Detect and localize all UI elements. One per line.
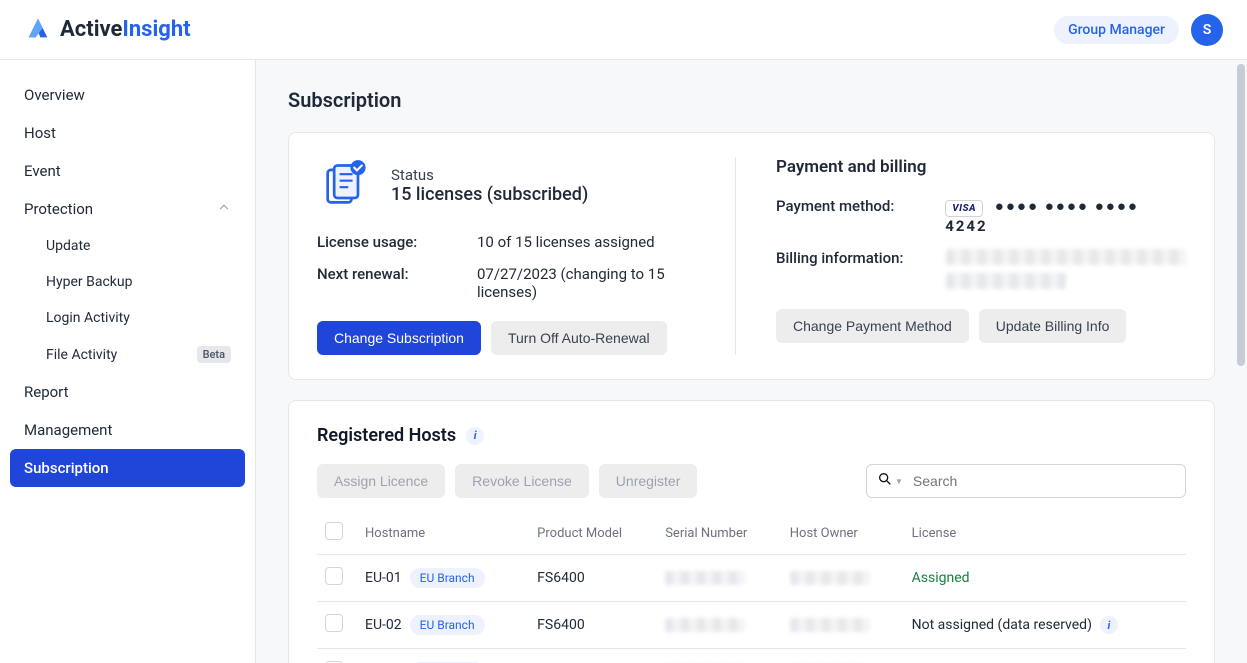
- sidebar: Overview Host Event Protection Update Hy…: [0, 60, 256, 663]
- owner-redacted: [790, 571, 870, 585]
- brand-logo-icon: [24, 14, 52, 46]
- row-checkbox[interactable]: [325, 567, 343, 585]
- unregister-button[interactable]: Unregister: [599, 464, 698, 498]
- chevron-up-icon: [217, 200, 231, 218]
- page-title: Subscription: [288, 88, 1215, 112]
- model: FS6400: [529, 649, 657, 663]
- col-license: License: [904, 512, 1186, 555]
- search-box[interactable]: ▼: [866, 464, 1186, 498]
- license-icon: [317, 157, 373, 213]
- search-icon: [877, 471, 893, 491]
- dropdown-caret-icon[interactable]: ▼: [895, 477, 903, 486]
- renewal-label: Next renewal:: [317, 265, 477, 301]
- hostname: EU-01: [365, 570, 402, 586]
- branch-tag: EU Branch: [410, 615, 485, 635]
- sidebar-item-login-activity[interactable]: Login Activity: [10, 300, 245, 336]
- usage-value: 10 of 15 licenses assigned: [477, 233, 695, 251]
- status-label: Status: [391, 166, 588, 184]
- sidebar-item-management[interactable]: Management: [10, 411, 245, 449]
- sidebar-item-report[interactable]: Report: [10, 373, 245, 411]
- brand: ActiveInsight: [24, 14, 191, 46]
- col-owner: Host Owner: [782, 512, 904, 555]
- turn-off-auto-renewal-button[interactable]: Turn Off Auto-Renewal: [491, 321, 667, 355]
- sidebar-item-hyper-backup[interactable]: Hyper Backup: [10, 264, 245, 300]
- avatar[interactable]: S: [1191, 14, 1223, 46]
- change-payment-method-button[interactable]: Change Payment Method: [776, 309, 969, 343]
- sidebar-item-subscription[interactable]: Subscription: [10, 449, 245, 487]
- col-serial: Serial Number: [657, 512, 782, 555]
- update-billing-info-button[interactable]: Update Billing Info: [979, 309, 1127, 343]
- sidebar-item-update[interactable]: Update: [10, 228, 245, 264]
- change-subscription-button[interactable]: Change Subscription: [317, 321, 481, 355]
- serial-redacted: [665, 571, 745, 585]
- usage-label: License usage:: [317, 233, 477, 251]
- table-row[interactable]: EU-03EU Branch FS6400 Assigned: [317, 649, 1186, 663]
- scrollbar[interactable]: [1237, 64, 1245, 366]
- hostname: EU-02: [365, 617, 402, 633]
- billing-info-label: Billing information:: [776, 249, 946, 267]
- license-status: Assigned: [912, 570, 970, 586]
- select-all-checkbox[interactable]: [325, 522, 343, 540]
- model: FS6400: [529, 555, 657, 602]
- owner-redacted: [790, 618, 870, 632]
- branch-tag: EU Branch: [410, 568, 485, 588]
- billing-title: Payment and billing: [776, 157, 1186, 177]
- search-input[interactable]: [913, 473, 1175, 489]
- subscription-card: Status 15 licenses (subscribed) License …: [288, 132, 1215, 380]
- license-status: Not assigned (data reserved)i: [912, 616, 1118, 634]
- table-row[interactable]: EU-02 EU Branch FS6400 Not assigned (data…: [317, 602, 1186, 649]
- serial-redacted: [665, 618, 745, 632]
- registered-hosts-card: Registered Hosts i Assign Licence Revoke…: [288, 400, 1215, 663]
- main-content: Subscription: [256, 60, 1247, 663]
- visa-icon: VISA: [945, 200, 983, 217]
- billing-info-value: [946, 249, 1186, 289]
- renewal-value: 07/27/2023 (changing to 15 licenses): [477, 265, 695, 301]
- beta-badge: Beta: [197, 346, 231, 363]
- brand-name: ActiveInsight: [60, 17, 191, 42]
- col-model: Product Model: [529, 512, 657, 555]
- row-checkbox[interactable]: [325, 614, 343, 632]
- status-value: 15 licenses (subscribed): [391, 184, 588, 205]
- col-hostname: Hostname: [357, 512, 529, 555]
- revoke-license-button[interactable]: Revoke License: [455, 464, 589, 498]
- info-icon[interactable]: i: [1100, 616, 1118, 634]
- assign-license-button[interactable]: Assign Licence: [317, 464, 445, 498]
- hosts-table: Hostname Product Model Serial Number Hos…: [317, 512, 1186, 663]
- payment-method-value: VISA ●●●● ●●●● ●●●● 4242: [945, 197, 1186, 235]
- info-icon[interactable]: i: [466, 427, 484, 445]
- sidebar-item-host[interactable]: Host: [10, 114, 245, 152]
- model: FS6400: [529, 602, 657, 649]
- table-row[interactable]: EU-01 EU Branch FS6400 Assigned: [317, 555, 1186, 602]
- role-badge[interactable]: Group Manager: [1054, 16, 1179, 44]
- sidebar-item-file-activity[interactable]: File Activity Beta: [10, 336, 245, 373]
- registered-hosts-title: Registered Hosts: [317, 425, 456, 446]
- sidebar-item-event[interactable]: Event: [10, 152, 245, 190]
- sidebar-item-protection[interactable]: Protection: [10, 190, 245, 228]
- sidebar-item-overview[interactable]: Overview: [10, 76, 245, 114]
- payment-method-label: Payment method:: [776, 197, 945, 215]
- topbar: ActiveInsight Group Manager S: [0, 0, 1247, 60]
